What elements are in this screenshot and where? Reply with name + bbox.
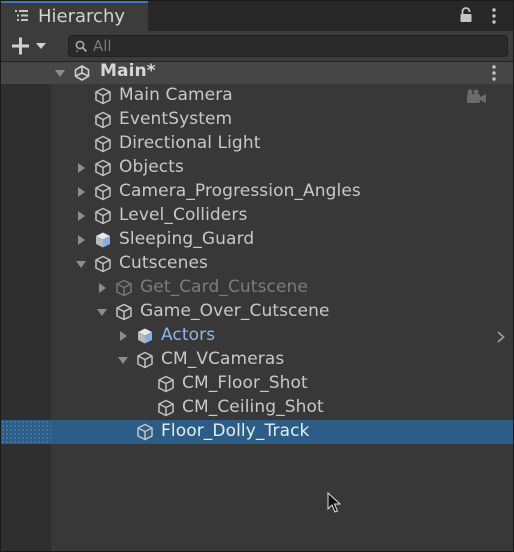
tree-item-label: Sleeping_Guard: [119, 229, 255, 249]
add-button[interactable]: [9, 34, 53, 58]
tree-item-floor-dolly-track[interactable]: Floor_Dolly_Track: [1, 420, 513, 444]
tree-item-cm-ceiling-shot[interactable]: CM_Ceiling_Shot: [1, 396, 513, 420]
scene-menu-icon[interactable]: [492, 65, 496, 81]
kebab-menu-icon[interactable]: [492, 8, 496, 24]
tree-item-label: Game_Over_Cutscene: [140, 301, 330, 321]
tree-item-label: Floor_Dolly_Track: [161, 421, 310, 441]
gameobject-icon: [115, 279, 133, 297]
tree-item-label: CM_Floor_Shot: [182, 373, 308, 393]
tree-item-get-card-cutscene[interactable]: Get_Card_Cutscene: [1, 276, 513, 300]
camera-gizmo-icon: [467, 89, 486, 103]
hierarchy-tree: Main* Main Camera EventSystem Directiona…: [1, 61, 513, 551]
scene-row[interactable]: Main*: [1, 61, 513, 84]
tree-item-actors[interactable]: Actors: [1, 324, 513, 348]
search-input[interactable]: [93, 36, 493, 56]
gameobject-icon: [115, 303, 133, 321]
prefab-icon: [136, 327, 154, 345]
tree-item-label: Camera_Progression_Angles: [119, 181, 361, 201]
prefab-icon: [94, 231, 112, 249]
tree-item-cm-vcameras[interactable]: CM_VCameras: [1, 348, 513, 372]
tree-item-eventsystem[interactable]: EventSystem: [1, 108, 513, 132]
tree-item-label: Cutscenes: [119, 253, 208, 273]
expanded-arrow-icon[interactable]: [118, 355, 128, 365]
tree-item-cutscenes[interactable]: Cutscenes: [1, 252, 513, 276]
tree-item-label: Directional Light: [119, 133, 261, 153]
gameobject-icon: [94, 207, 112, 225]
expanded-arrow-icon[interactable]: [97, 307, 107, 317]
tree-item-label: Objects: [119, 157, 184, 177]
tree-item-cm-floor-shot[interactable]: CM_Floor_Shot: [1, 372, 513, 396]
tree-item-game-over-cutscene[interactable]: Game_Over_Cutscene: [1, 300, 513, 324]
collapsed-arrow-icon[interactable]: [118, 331, 128, 341]
gameobject-icon: [94, 135, 112, 153]
tree-item-directional-light[interactable]: Directional Light: [1, 132, 513, 156]
gameobject-icon: [94, 87, 112, 105]
collapsed-arrow-icon[interactable]: [76, 187, 86, 197]
tab-hierarchy[interactable]: Hierarchy: [1, 1, 148, 31]
gameobject-icon: [157, 399, 175, 417]
search-field[interactable]: [68, 35, 508, 57]
tab-label: Hierarchy: [38, 6, 126, 27]
tree-item-label: Get_Card_Cutscene: [140, 277, 308, 297]
tree-item-objects[interactable]: Objects: [1, 156, 513, 180]
tree-item-label: CM_VCameras: [161, 349, 285, 369]
tree-item-label: Main Camera: [119, 85, 233, 105]
gameobject-icon: [94, 183, 112, 201]
search-icon: [75, 40, 88, 53]
tree-item-main-camera[interactable]: Main Camera: [1, 84, 513, 108]
collapsed-arrow-icon[interactable]: [97, 283, 107, 293]
gameobject-icon: [136, 423, 154, 441]
collapsed-arrow-icon[interactable]: [76, 235, 86, 245]
hierarchy-toolbar: [1, 31, 513, 62]
expand-arrow-icon[interactable]: [55, 68, 65, 78]
collapsed-arrow-icon[interactable]: [76, 163, 86, 173]
selection-gutter: [1, 420, 51, 444]
collapsed-arrow-icon[interactable]: [76, 211, 86, 221]
unity-logo-icon: [74, 65, 90, 81]
tree-item-label: CM_Ceiling_Shot: [182, 397, 324, 417]
gameobject-icon: [94, 255, 112, 273]
tree-item-label: EventSystem: [119, 109, 233, 129]
expanded-arrow-icon[interactable]: [76, 259, 86, 269]
scene-label: Main*: [100, 61, 156, 81]
gameobject-icon: [157, 375, 175, 393]
gameobject-icon: [136, 351, 154, 369]
chevron-down-icon: [36, 43, 46, 49]
hierarchy-list-icon: [15, 10, 28, 21]
tree-item-camera-progression-angles[interactable]: Camera_Progression_Angles: [1, 180, 513, 204]
lock-icon[interactable]: [459, 7, 473, 23]
tree-item-sleeping-guard[interactable]: Sleeping_Guard: [1, 228, 513, 252]
chevron-right-icon[interactable]: [496, 331, 506, 343]
gameobject-icon: [94, 111, 112, 129]
mouse-cursor-icon: [327, 492, 341, 513]
tree-item-label: Level_Colliders: [119, 205, 248, 225]
tab-bar: Hierarchy: [1, 1, 513, 31]
tree-item-label: Actors: [161, 325, 216, 345]
hierarchy-panel: Hierarchy All Main* Main Camera EventSys…: [0, 0, 514, 552]
gameobject-icon: [94, 159, 112, 177]
tree-item-level-colliders[interactable]: Level_Colliders: [1, 204, 513, 228]
